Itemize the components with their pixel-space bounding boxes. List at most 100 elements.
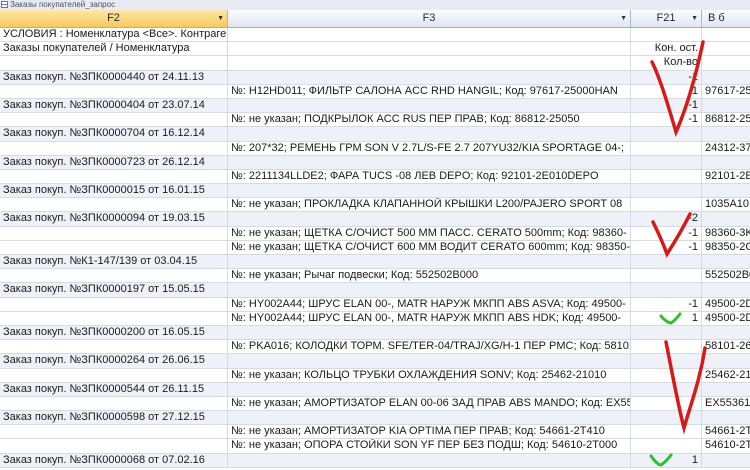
cell-f6[interactable] bbox=[702, 283, 750, 296]
cell-f2[interactable] bbox=[0, 240, 228, 254]
table-row[interactable]: №: HY002A44; ШРУС ELAN 00-, MATR НАРУЖ М… bbox=[0, 311, 750, 326]
cell-f6[interactable] bbox=[702, 127, 750, 140]
cell-f21[interactable]: 1 bbox=[631, 453, 702, 467]
cell-f3[interactable]: №: 207*32; РЕМЕНЬ ГРМ SON V 2.7L/S-FE 2.… bbox=[228, 141, 631, 155]
table-row[interactable]: №: не указан; ЩЕТКА С/ОЧИСТ 600 ММ ВОДИТ… bbox=[0, 240, 750, 255]
cell-f6[interactable] bbox=[702, 454, 750, 467]
cell-f6[interactable] bbox=[702, 42, 750, 55]
cell-f2[interactable]: УСЛОВИЯ : Номенклатура <Все>. Контрагент… bbox=[0, 28, 228, 42]
cell-f3[interactable] bbox=[228, 70, 631, 84]
cell-f6[interactable] bbox=[702, 411, 750, 424]
cell-f21[interactable] bbox=[631, 283, 702, 297]
table-row[interactable]: Заказ покуп. №ЗПК0000197 от 15.05.15 bbox=[0, 283, 750, 298]
cell-f3[interactable] bbox=[228, 212, 631, 226]
cell-f21[interactable]: Кон. ост. bbox=[631, 42, 702, 56]
cell-f2[interactable] bbox=[0, 311, 228, 325]
cell-f21[interactable] bbox=[631, 396, 702, 411]
cell-f2[interactable] bbox=[0, 56, 228, 70]
cell-f21[interactable] bbox=[631, 411, 702, 425]
cell-f3[interactable]: №: не указан; ПОДКРЫЛОК ACC RUS ПЕР ПРАВ… bbox=[228, 113, 631, 127]
table-row[interactable]: Заказ покуп. №ЗПК0000015 от 16.01.15 bbox=[0, 184, 750, 199]
table-row[interactable]: №: PKA016; КОЛОДКИ ТОРМ. SFE/TER-04/TRAJ… bbox=[0, 340, 750, 355]
cell-f6[interactable] bbox=[702, 156, 750, 169]
cell-f3[interactable]: №: HY002A44; ШРУС ELAN 00-, MATR НАРУЖ М… bbox=[228, 311, 631, 325]
cell-f3[interactable]: №: H12HD011; ФИЛЬТР САЛОНА ACC RHD HANGI… bbox=[228, 84, 631, 98]
cell-f6[interactable]: 58101-26 bbox=[702, 340, 750, 353]
cell-f3[interactable]: №: не указан; ПРОКЛАДКА КЛАПАННОЙ КРЫШКИ… bbox=[228, 198, 631, 212]
cell-f6[interactable]: 24312-37 bbox=[702, 142, 750, 155]
cell-f3[interactable] bbox=[228, 382, 631, 396]
cell-f21[interactable]: -1 bbox=[631, 240, 702, 254]
cell-f3[interactable] bbox=[228, 325, 631, 340]
cell-f3[interactable] bbox=[228, 127, 631, 141]
cell-f2[interactable]: Заказ покуп. №ЗПК0000704 от 16.12.14 bbox=[0, 127, 228, 141]
cell-f3[interactable] bbox=[228, 255, 631, 269]
cell-f6[interactable] bbox=[702, 383, 750, 396]
cell-f3[interactable]: №: не указан; ЩЕТКА С/ОЧИСТ 500 ММ ПАСС.… bbox=[228, 226, 631, 240]
cell-f3[interactable]: №: не указан; КОЛЬЦО ТРУБКИ ОХЛАЖДЕНИЯ S… bbox=[228, 368, 631, 382]
cell-f2[interactable] bbox=[0, 439, 228, 453]
filter-dropdown-icon[interactable]: ▼ bbox=[691, 10, 698, 27]
cell-f21[interactable]: -1 bbox=[631, 84, 702, 98]
cell-f6[interactable] bbox=[702, 184, 750, 197]
table-row[interactable]: №: 207*32; РЕМЕНЬ ГРМ SON V 2.7L/S-FE 2.… bbox=[0, 141, 750, 156]
cell-f2[interactable] bbox=[0, 84, 228, 98]
cell-f2[interactable] bbox=[0, 169, 228, 184]
cell-f6[interactable] bbox=[702, 71, 750, 84]
cell-f6[interactable]: 54661-2T bbox=[702, 425, 750, 438]
cell-f6[interactable] bbox=[702, 354, 750, 367]
table-row[interactable]: Заказ покуп. №ЗПК0000404 от 23.07.14 -1 bbox=[0, 98, 750, 114]
cell-f21[interactable] bbox=[631, 141, 702, 155]
cell-f3[interactable]: №: не указан; АМОРТИЗАТОР KIA OPTIMA ПЕР… bbox=[228, 425, 631, 439]
cell-f6[interactable]: 86812-25 bbox=[702, 113, 750, 126]
cell-f2[interactable] bbox=[0, 141, 228, 155]
cell-f6[interactable] bbox=[702, 56, 750, 69]
cell-f6[interactable] bbox=[702, 255, 750, 268]
cell-f21[interactable] bbox=[631, 269, 702, 283]
cell-f2[interactable]: Заказ покуп. №ЗПК0000068 от 07.02.16 bbox=[0, 453, 228, 467]
column-header-f2[interactable]: F2 ▼ bbox=[0, 10, 228, 27]
cell-f21[interactable] bbox=[631, 28, 702, 42]
cell-f6[interactable]: 1035A10 bbox=[702, 198, 750, 211]
filter-dropdown-icon[interactable]: ▼ bbox=[217, 10, 224, 27]
table-row[interactable]: №: не указан; ЩЕТКА С/ОЧИСТ 500 ММ ПАСС.… bbox=[0, 226, 750, 241]
cell-f3[interactable] bbox=[228, 56, 631, 70]
cell-f2[interactable] bbox=[0, 198, 228, 212]
cell-f2[interactable] bbox=[0, 226, 228, 240]
cell-f2[interactable]: Заказ покуп. №ЗПК0000197 от 15.05.15 bbox=[0, 283, 228, 297]
cell-f6[interactable]: 98360-3K bbox=[702, 227, 750, 240]
cell-f6[interactable]: 25462-21 bbox=[702, 369, 750, 382]
table-row[interactable]: №: не указан; КОЛЬЦО ТРУБКИ ОХЛАЖДЕНИЯ S… bbox=[0, 368, 750, 383]
cell-f3[interactable]: №: 2211134LLDE2; ФАРА TUCS -08 ЛЕВ DEPO;… bbox=[228, 169, 631, 184]
table-row[interactable]: №: не указан; АМОРТИЗАТОР KIA OPTIMA ПЕР… bbox=[0, 425, 750, 440]
table-row[interactable]: УСЛОВИЯ : Номенклатура <Все>. Контрагент… bbox=[0, 28, 750, 43]
table-row[interactable]: №: не указан; АМОРТИЗАТОР ELAN 00-06 ЗАД… bbox=[0, 396, 750, 412]
cell-f6[interactable]: 54610-2T bbox=[702, 439, 750, 452]
cell-f3[interactable] bbox=[228, 411, 631, 425]
column-header-f3[interactable]: F3 ▼ bbox=[228, 10, 631, 27]
cell-f3[interactable] bbox=[228, 453, 631, 467]
cell-f2[interactable]: Заказ покуп. №ЗПК0000015 от 16.01.15 bbox=[0, 184, 228, 198]
cell-f21[interactable] bbox=[631, 425, 702, 439]
cell-f2[interactable] bbox=[0, 425, 228, 439]
cell-f21[interactable] bbox=[631, 184, 702, 198]
cell-f6[interactable] bbox=[702, 28, 750, 41]
cell-f3[interactable]: №: не указан; Рычаг подвески; Код: 55250… bbox=[228, 269, 631, 283]
cell-f3[interactable]: №: не указан; АМОРТИЗАТОР ELAN 00-06 ЗАД… bbox=[228, 396, 631, 411]
table-row[interactable]: Кол-во bbox=[0, 56, 750, 71]
cell-f6[interactable] bbox=[702, 326, 750, 339]
cell-f2[interactable]: Заказ покуп. №ЗПК0000200 от 16.05.15 bbox=[0, 325, 228, 340]
table-row[interactable]: Заказ покуп. №ЗПК0000068 от 07.02.16 1 bbox=[0, 453, 750, 468]
cell-f21[interactable]: Кол-во bbox=[631, 56, 702, 70]
table-row[interactable]: Заказ покуп. №ЗПК0000544 от 26.11.15 bbox=[0, 382, 750, 397]
table-row[interactable]: Заказ покуп. №ЗПК0000723 от 26.12.14 bbox=[0, 155, 750, 170]
cell-f21[interactable]: -2 bbox=[631, 212, 702, 226]
cell-f2[interactable] bbox=[0, 269, 228, 283]
cell-f2[interactable]: Заказ покуп. №ЗПК0000264 от 26.06.15 bbox=[0, 354, 228, 368]
cell-f3[interactable]: №: PKA016; КОЛОДКИ ТОРМ. SFE/TER-04/TRAJ… bbox=[228, 340, 631, 354]
cell-f3[interactable] bbox=[228, 28, 631, 42]
cell-f2[interactable]: Заказ покуп. №К1-147/139 от 03.04.15 bbox=[0, 255, 228, 269]
table-row[interactable]: Заказ покуп. №ЗПК0000094 от 19.03.15 -2 bbox=[0, 212, 750, 227]
table-row[interactable]: №: не указан; ПРОКЛАДКА КЛАПАННОЙ КРЫШКИ… bbox=[0, 198, 750, 213]
cell-f6[interactable]: 98350-2G bbox=[702, 241, 750, 254]
